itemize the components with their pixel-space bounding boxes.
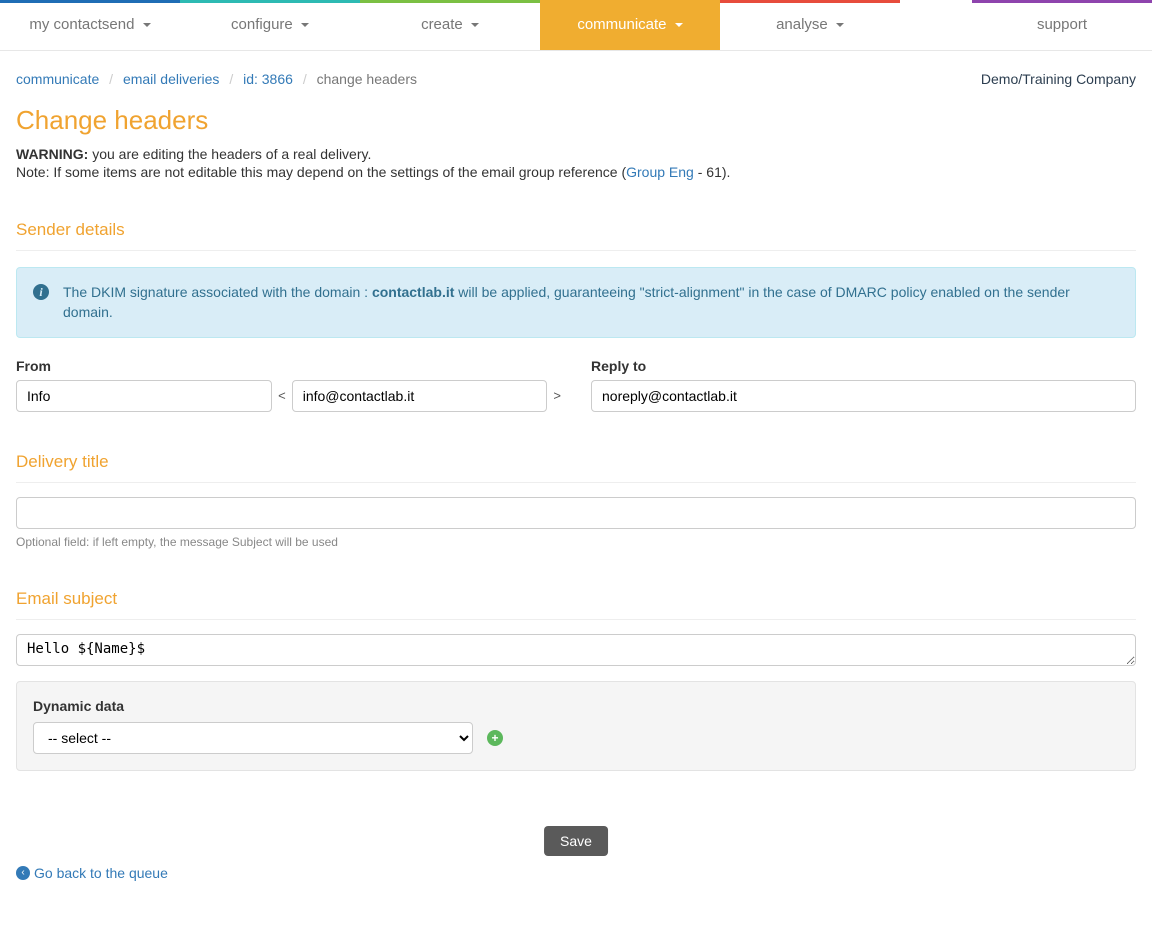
add-icon[interactable]: +: [487, 730, 503, 746]
chevron-down-icon: [836, 23, 844, 27]
breadcrumb: communicate / email deliveries / id: 386…: [16, 71, 417, 87]
go-back-link[interactable]: ‹ Go back to the queue: [16, 865, 168, 881]
nav-label: create: [421, 16, 463, 33]
crumb-current: change headers: [317, 71, 417, 87]
nav-support[interactable]: support: [972, 0, 1152, 50]
chevron-down-icon: [675, 23, 683, 27]
section-delivery-title: Delivery title: [16, 452, 1136, 483]
crumb-sep: /: [223, 71, 239, 87]
crumb-id[interactable]: id: 3866: [243, 71, 293, 87]
nav-label: support: [1037, 16, 1087, 33]
crumb-email-deliveries[interactable]: email deliveries: [123, 71, 219, 87]
dkim-text: The DKIM signature associated with the d…: [63, 282, 1119, 323]
dkim-alert: i The DKIM signature associated with the…: [16, 267, 1136, 338]
angle-left-icon: <: [278, 388, 286, 403]
section-email-subject: Email subject: [16, 589, 1136, 620]
warning-text: you are editing the headers of a real de…: [92, 146, 371, 162]
warning-label: WARNING:: [16, 146, 88, 162]
reply-to-label: Reply to: [591, 358, 1136, 374]
page-title: Change headers: [16, 105, 1136, 136]
angle-right-icon: >: [553, 388, 561, 403]
dynamic-data-label: Dynamic data: [33, 698, 1119, 714]
chevron-left-icon: ‹: [16, 866, 30, 880]
nav-label: my contactsend: [29, 16, 134, 33]
nav-create[interactable]: create: [360, 0, 540, 50]
crumb-communicate[interactable]: communicate: [16, 71, 99, 87]
reply-to-input[interactable]: [591, 380, 1136, 412]
nav-label: communicate: [577, 16, 666, 33]
email-subject-input[interactable]: [16, 634, 1136, 666]
crumb-sep: /: [297, 71, 313, 87]
crumb-sep: /: [103, 71, 119, 87]
from-label: From: [16, 358, 561, 374]
delivery-title-input[interactable]: [16, 497, 1136, 529]
nav-analyse[interactable]: analyse: [720, 0, 900, 50]
company-name: Demo/Training Company: [981, 71, 1136, 87]
info-icon: i: [33, 284, 49, 300]
nav-label: analyse: [776, 16, 828, 33]
note-line: Note: If some items are not editable thi…: [16, 164, 1136, 180]
delivery-title-help: Optional field: if left empty, the messa…: [16, 535, 1136, 549]
go-back-label: Go back to the queue: [34, 865, 168, 881]
from-name-input[interactable]: [16, 380, 272, 412]
warning-line: WARNING: you are editing the headers of …: [16, 146, 1136, 162]
nav-my-contactsend[interactable]: my contactsend: [0, 0, 180, 50]
main-navbar: my contactsend configure create communic…: [0, 0, 1152, 51]
chevron-down-icon: [471, 23, 479, 27]
nav-communicate[interactable]: communicate: [540, 0, 720, 50]
section-sender-details: Sender details: [16, 220, 1136, 251]
nav-configure[interactable]: configure: [180, 0, 360, 50]
from-address-input[interactable]: [292, 380, 548, 412]
dynamic-data-panel: Dynamic data -- select -- +: [16, 681, 1136, 771]
save-button[interactable]: Save: [544, 826, 608, 856]
dynamic-data-select[interactable]: -- select --: [33, 722, 473, 754]
breadcrumb-row: communicate / email deliveries / id: 386…: [0, 51, 1152, 97]
nav-label: configure: [231, 16, 293, 33]
chevron-down-icon: [301, 23, 309, 27]
group-link[interactable]: Group Eng: [626, 164, 694, 180]
chevron-down-icon: [143, 23, 151, 27]
